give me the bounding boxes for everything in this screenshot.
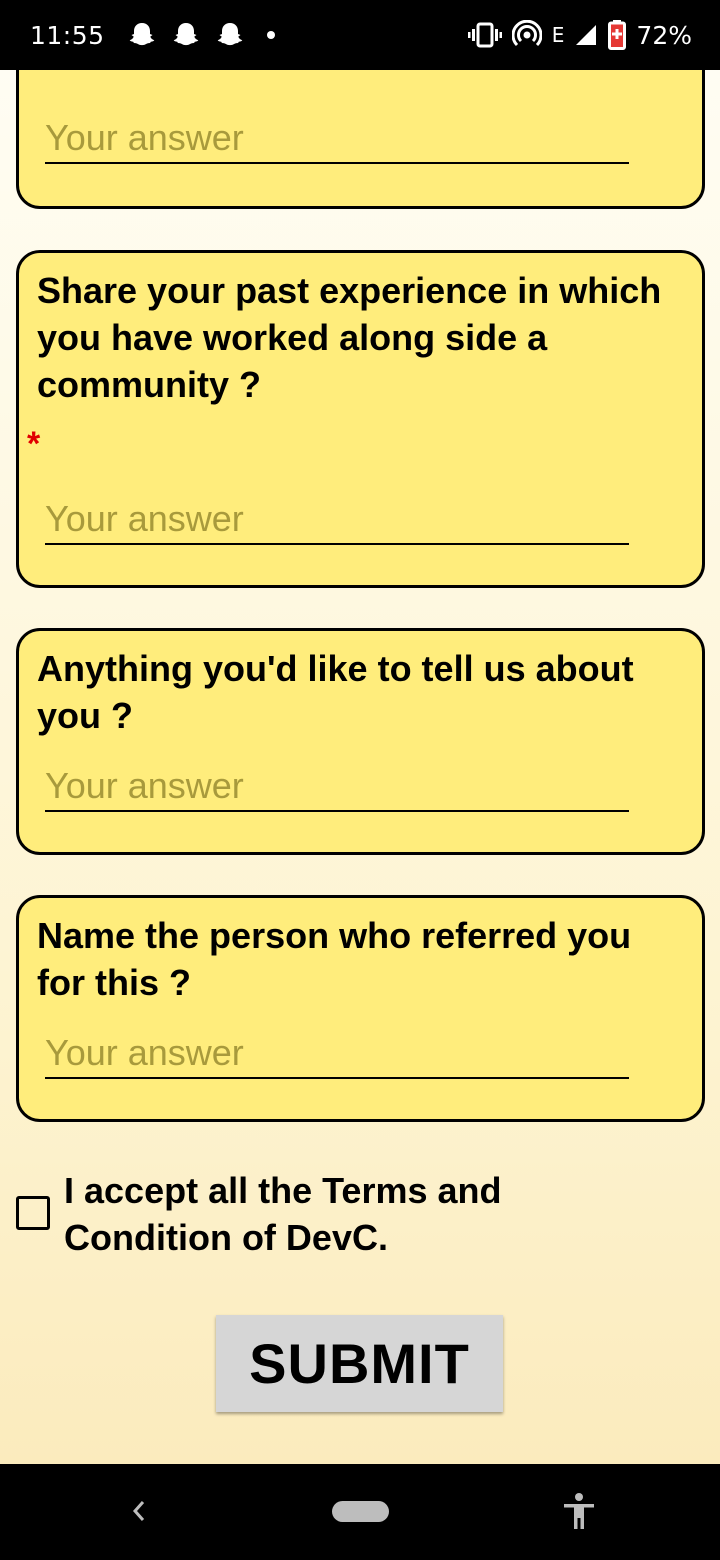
answer-input[interactable] xyxy=(45,499,629,545)
question-card: Anything you'd like to tell us about you… xyxy=(16,628,705,855)
status-bar: 11:55 E 72% xyxy=(0,0,720,70)
question-card: Name the person who referred you for thi… xyxy=(16,895,705,1122)
question-title: Share your past experience in which you … xyxy=(37,270,662,405)
dot-icon xyxy=(266,31,275,39)
form-scroll-area[interactable]: Share your past experience in which you … xyxy=(0,70,720,1464)
terms-label[interactable]: I accept all the Terms and Condition of … xyxy=(64,1167,624,1261)
hotspot-icon xyxy=(511,20,542,47)
signal-icon xyxy=(576,25,597,45)
question-card: Share your past experience in which you … xyxy=(16,250,705,588)
snapchat-icon xyxy=(129,23,154,46)
navigation-bar xyxy=(0,1464,720,1560)
answer-input[interactable] xyxy=(45,766,629,812)
accessibility-icon[interactable] xyxy=(562,1492,596,1530)
network-type-label: E xyxy=(551,23,565,47)
status-time: 11:55 xyxy=(30,20,105,50)
submit-button[interactable]: SUBMIT xyxy=(216,1315,503,1412)
answer-input[interactable] xyxy=(45,118,629,164)
back-icon[interactable] xyxy=(126,1494,152,1528)
question-title: Anything you'd like to tell us about you… xyxy=(37,648,634,736)
question-card xyxy=(16,70,705,209)
home-pill-icon[interactable] xyxy=(332,1501,389,1522)
terms-checkbox[interactable] xyxy=(16,1196,50,1230)
question-title: Name the person who referred you for thi… xyxy=(37,915,632,1003)
required-marker: * xyxy=(27,425,41,463)
vibrate-icon xyxy=(467,22,502,48)
snapchat-icon xyxy=(217,23,242,46)
battery-percent: 72% xyxy=(636,20,692,50)
snapchat-icon xyxy=(173,23,198,46)
battery-icon xyxy=(608,20,627,50)
answer-input[interactable] xyxy=(45,1033,629,1079)
